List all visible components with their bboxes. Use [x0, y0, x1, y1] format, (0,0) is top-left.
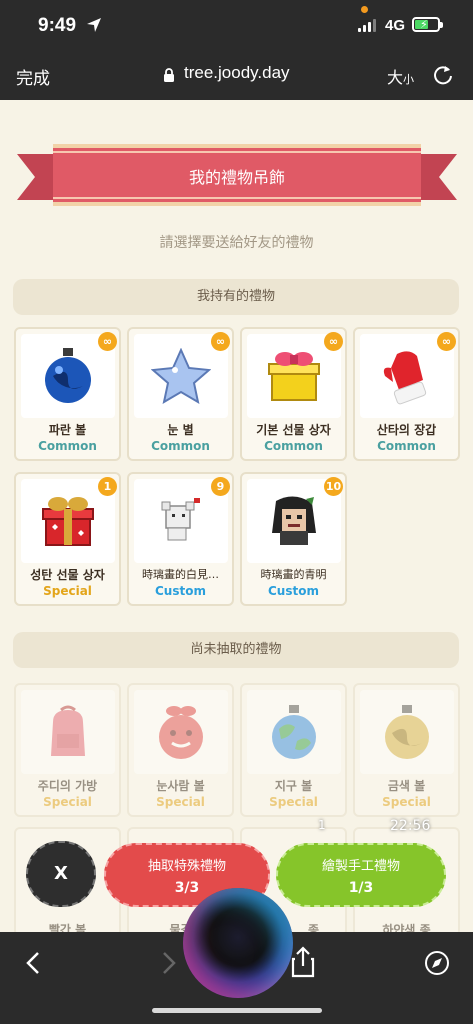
gift-name: 주디의 가방 [37, 779, 98, 793]
signal-icon [358, 19, 376, 32]
text-size-button[interactable]: 大小 [387, 64, 414, 88]
gift-card-christmas-gift-box[interactable]: 1 성탄 선물 상자 Special [14, 472, 121, 606]
gift-rarity: Common [264, 439, 323, 453]
craft-handmade-gift-button[interactable]: 繪製手工禮物 1/3 [276, 843, 446, 907]
reload-icon[interactable] [432, 64, 454, 86]
gift-rarity: Special [43, 584, 92, 598]
privacy-dot-icon [361, 6, 368, 13]
gift-rarity: Special [382, 795, 431, 809]
gift-rarity: Special [43, 795, 92, 809]
gift-card-locked-earth-ornament: 지구 볼 Special [240, 683, 347, 817]
gift-card-locked-snowman-ornament: 눈사람 볼 Special [127, 683, 234, 817]
gift-name: 기본 선물 상자 [256, 423, 331, 437]
status-bar: 9:49 4G ⚡ [0, 0, 473, 52]
page-subtitle: 請選擇要送給好友的禮物 [159, 235, 314, 251]
forward-icon[interactable] [158, 950, 180, 976]
count-badge: ∞ [98, 332, 117, 351]
text-size-big: 大 [387, 68, 404, 87]
gift-name: 눈 별 [167, 423, 194, 437]
status-time: 9:49 [38, 15, 77, 36]
gift-rarity: Common [377, 439, 436, 453]
gift-name: 時璃畫的白見… [142, 568, 219, 581]
gift-rarity: Custom [268, 584, 319, 598]
gift-rarity: Special [156, 795, 205, 809]
count-badge: 10 [324, 477, 343, 496]
gift-card-custom-mouse[interactable]: 9 時璃畫的白見… Custom [127, 472, 234, 606]
done-button[interactable]: 完成 [16, 64, 50, 89]
gift-card-blue-ornament[interactable]: ∞ 파란 볼 Common [14, 327, 121, 461]
count-badge: ∞ [211, 332, 230, 351]
gift-rarity: Special [269, 795, 318, 809]
gift-rarity: Common [151, 439, 210, 453]
gift-name: 산타의 장갑 [376, 423, 437, 437]
backpack-icon [21, 690, 115, 774]
gift-rarity: Custom [155, 584, 206, 598]
share-icon[interactable] [290, 946, 316, 978]
earth-ornament-icon [247, 690, 341, 774]
browser-nav-bar: 完成 tree.joody.day 大小 [0, 52, 473, 100]
close-button[interactable]: X [26, 841, 96, 907]
page-title-banner: 我的禮物吊飾 [17, 144, 457, 206]
craft-count: 1/3 [348, 880, 374, 896]
gift-card-snow-star[interactable]: ∞ 눈 별 Common [127, 327, 234, 461]
overlay-text: 1 [318, 818, 326, 832]
network-type: 4G [385, 17, 406, 34]
battery-icon: ⚡ [412, 17, 443, 32]
count-badge: 9 [211, 477, 230, 496]
lock-icon [164, 68, 174, 82]
back-icon[interactable] [22, 950, 44, 976]
count-badge: ∞ [324, 332, 343, 351]
craft-label: 繪製手工禮物 [321, 859, 400, 874]
gift-name: 눈사람 볼 [156, 779, 205, 793]
gift-card-basic-gift-box[interactable]: ∞ 기본 선물 상자 Common [240, 327, 347, 461]
snowman-ornament-icon [134, 690, 228, 774]
siri-orb-icon [183, 888, 293, 998]
gift-name: 성탄 선물 상자 [30, 568, 105, 582]
gift-name: 파란 볼 [48, 423, 87, 437]
overlay-time: 22:56 [390, 818, 431, 834]
gift-rarity: Common [38, 439, 97, 453]
locked-section-header: 尚未抽取的禮物 [13, 632, 459, 668]
text-size-small: 小 [403, 73, 415, 86]
gift-name: 금색 볼 [387, 779, 426, 793]
gift-name: 지구 볼 [274, 779, 313, 793]
compass-icon[interactable] [424, 950, 450, 976]
count-badge: 1 [98, 477, 117, 496]
gift-card-locked-backpack: 주디의 가방 Special [14, 683, 121, 817]
home-indicator [152, 1008, 322, 1013]
owned-section-header: 我持有的禮物 [13, 279, 459, 315]
gift-card-custom-portrait[interactable]: 10 時璃畫的青明 Custom [240, 472, 347, 606]
count-badge: ∞ [437, 332, 456, 351]
gift-name: 時璃畫的青明 [260, 568, 327, 581]
url-field[interactable]: tree.joody.day [184, 63, 290, 83]
gift-card-santa-mitten[interactable]: ∞ 산타의 장갑 Common [353, 327, 460, 461]
draw-label: 抽取特殊禮物 [147, 859, 226, 874]
gift-card-locked-gold-ornament: 금색 볼 Special [353, 683, 460, 817]
location-arrow-icon [87, 18, 101, 32]
gold-ornament-icon [360, 690, 454, 774]
page-title: 我的禮物吊飾 [188, 168, 285, 187]
